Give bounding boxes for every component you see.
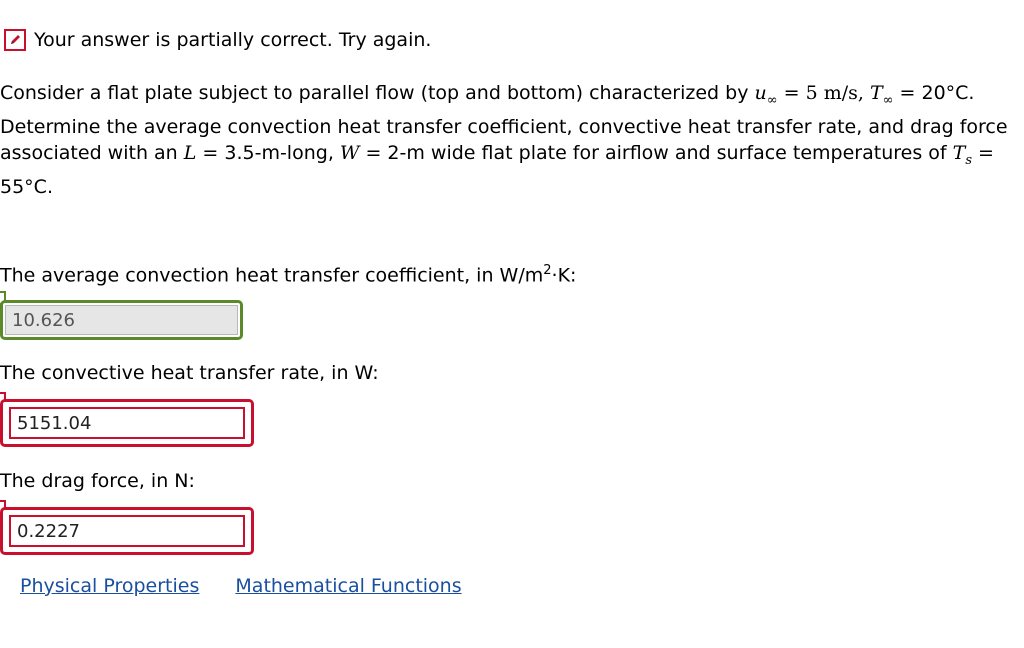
resource-links: Physical Properties Mathematical Functio… (20, 575, 492, 597)
math-subscript: ∞ (766, 92, 778, 108)
math-subscript: s (965, 152, 972, 168)
answer-3-input[interactable]: 0.2227 (9, 515, 245, 547)
math-symbol: W (339, 141, 360, 164)
math-subscript: ∞ (882, 92, 894, 108)
answer-1-input[interactable]: 10.626 (5, 305, 238, 335)
problem-text: Consider a flat plate subject to paralle… (0, 82, 755, 104)
mathematical-functions-link[interactable]: Mathematical Functions (235, 575, 461, 597)
status-banner: Your answer is partially correct. Try ag… (4, 26, 431, 54)
math-symbol: L (183, 141, 197, 164)
question-text: ·K: (551, 264, 577, 287)
math-symbol: T (869, 82, 883, 104)
answer-1-frame: 10.626 (0, 300, 243, 340)
problem-text: = 5 m/s, (777, 82, 870, 104)
math-symbol: T (952, 141, 966, 164)
problem-text: = 3.5-m-long, (196, 141, 340, 164)
superscript: 2 (543, 263, 552, 278)
problem-text: = 2-m wide flat plate for airflow and su… (359, 141, 953, 164)
answer-2-frame: 5151.04 (0, 399, 254, 447)
math-symbol: u (754, 82, 767, 104)
question-1-label: The average convection heat transfer coe… (0, 263, 576, 286)
question-3-label: The drag force, in N: (0, 470, 195, 492)
answer-3-frame: 0.2227 (0, 507, 254, 555)
answer-2-input[interactable]: 5151.04 (9, 407, 245, 439)
problem-text: = (893, 82, 916, 104)
question-text: The drag force, in N: (0, 470, 195, 492)
status-message: Your answer is partially correct. Try ag… (34, 29, 432, 51)
question-text: The convective heat transfer rate, in W: (0, 362, 379, 384)
problem-statement: Consider a flat plate subject to paralle… (0, 80, 1010, 200)
question-2-label: The convective heat transfer rate, in W: (0, 362, 379, 384)
pencil-icon (4, 29, 26, 51)
question-text: The average convection heat transfer coe… (0, 264, 544, 287)
physical-properties-link[interactable]: Physical Properties (20, 575, 199, 597)
